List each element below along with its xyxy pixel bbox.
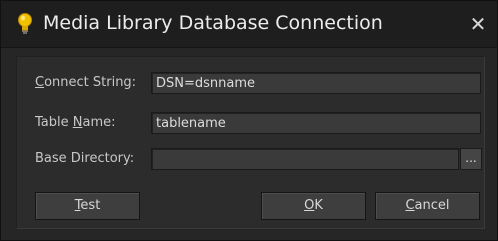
table-name-label-text: ame:	[82, 115, 116, 130]
connect-string-label: Connect String:	[35, 75, 136, 90]
ok-button-mnemonic: O	[304, 198, 315, 213]
connect-string-field[interactable]: DSN=dsnname	[151, 72, 481, 94]
table-name-label: Table Name:	[35, 115, 116, 130]
table-name-field[interactable]: tablename	[151, 112, 481, 134]
connect-string-label-text: onnect String:	[44, 75, 137, 90]
close-button[interactable]: ✕	[467, 13, 489, 35]
dialog-window: Media Library Database Connection ✕ Conn…	[0, 0, 498, 241]
window-title: Media Library Database Connection	[43, 12, 383, 34]
test-button[interactable]: Test	[35, 192, 140, 220]
browse-button[interactable]: ...	[460, 148, 482, 170]
connect-string-mnemonic: C	[35, 75, 45, 90]
cancel-button-label: ancel	[414, 198, 450, 213]
ok-button-label: K	[314, 198, 323, 213]
close-icon: ✕	[469, 12, 487, 36]
test-button-label: est	[80, 198, 101, 213]
ok-button[interactable]: OK	[261, 192, 366, 220]
base-directory-field[interactable]	[151, 148, 459, 170]
title-bar: Media Library Database Connection ✕	[1, 1, 497, 48]
base-directory-label: Base Directory:	[35, 151, 135, 166]
lightbulb-icon	[17, 12, 33, 36]
table-name-label-prefix: Table	[35, 115, 73, 130]
cancel-button[interactable]: Cancel	[375, 192, 480, 220]
cancel-button-mnemonic: C	[405, 198, 415, 213]
ellipsis-icon: ...	[465, 151, 477, 165]
connect-string-value: DSN=dsnname	[156, 76, 256, 91]
table-name-value: tablename	[156, 116, 226, 131]
